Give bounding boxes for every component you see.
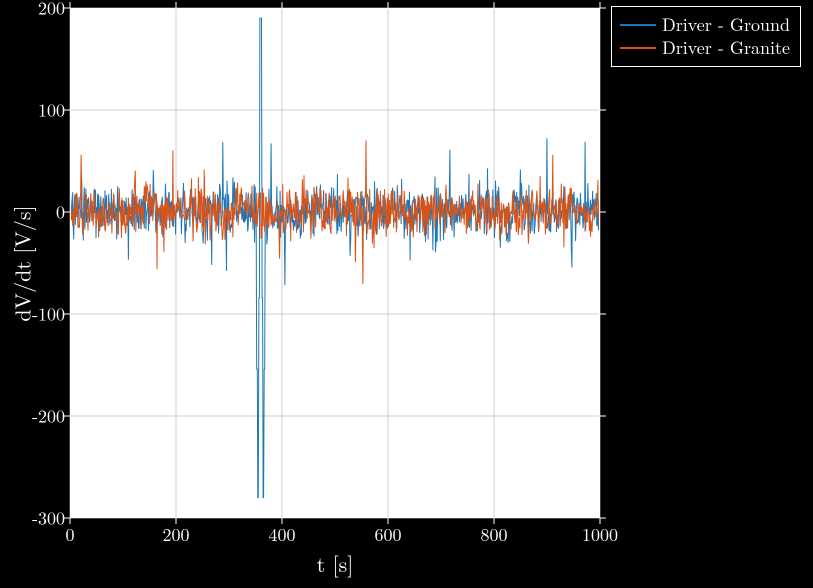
xtick-label: 600 <box>375 522 402 547</box>
legend-item: Driver - Ground <box>620 13 790 36</box>
xtick-label: 400 <box>269 522 296 547</box>
legend-label: Driver - Ground <box>662 13 790 36</box>
xtick-label: 800 <box>481 522 508 547</box>
grid <box>70 8 600 518</box>
series-driver-ground <box>70 18 600 497</box>
xtick-label: 0 <box>66 522 75 547</box>
legend-label: Driver - Granite <box>662 36 790 59</box>
legend-swatch-icon <box>620 47 656 49</box>
xtick-label: 1000 <box>582 522 618 547</box>
chart-stage: 0 200 400 600 800 1000 -300 -200 -100 0 … <box>0 0 813 588</box>
tick-marks <box>64 2 606 524</box>
legend-item: Driver - Granite <box>620 36 790 59</box>
xtick-label: 200 <box>163 522 190 547</box>
series-driver-granite <box>70 140 600 284</box>
chart-svg <box>0 0 813 588</box>
y-axis-label: dV/dt [V/s] <box>10 8 34 518</box>
legend-swatch-icon <box>620 24 656 26</box>
legend: Driver - Ground Driver - Granite <box>611 6 801 67</box>
x-axis-label: t [s] <box>70 548 600 579</box>
